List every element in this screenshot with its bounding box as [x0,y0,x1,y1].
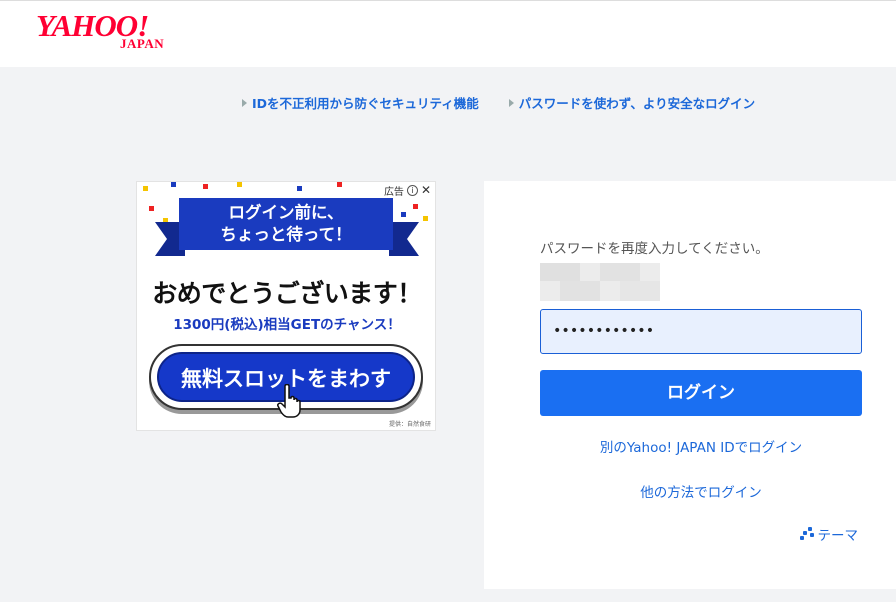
login-button[interactable]: ログイン [540,370,862,416]
confetti [143,186,148,191]
ad-label: 広告 [383,187,404,198]
palette-icon [799,527,815,541]
blurred-user-id [540,263,660,301]
confetti [237,182,242,187]
password-field[interactable]: •••••••••••• [540,309,862,354]
ad-banner-line1: ログイン前に、 [228,203,344,222]
confetti [297,186,302,191]
triangle-right-icon [242,98,247,107]
ad-banner: ログイン前に、 ちょっと待って！ [179,198,393,250]
ad-meta: 広告 i ✕ [384,183,431,198]
ad-subline: 1300円(税込)相当GETのチャンス！ [173,317,401,333]
yahoo-japan-logo[interactable]: YAHOO! JAPAN [36,10,176,51]
theme-button[interactable]: テーマ [799,524,859,544]
security-feature-link[interactable]: IDを不正利用から防ぐセキュリティ機能 [242,93,479,112]
confetti [413,204,418,209]
logo-subtext: JAPAN [120,36,165,51]
ad-banner-line2: ちょっと待って！ [220,225,352,244]
other-method-login-link[interactable]: 他の方法でログイン [540,481,862,501]
confetti [171,182,176,187]
pointer-hand-icon [277,384,301,418]
ad-headline: おめでとうございます！ [152,279,422,308]
info-icon[interactable]: i [406,185,418,196]
confetti [337,182,342,187]
confetti [423,216,428,221]
header: YAHOO! JAPAN [0,0,896,67]
alt-id-login-link[interactable]: 別のYahoo! JAPAN IDでログイン [540,436,862,456]
passwordless-login-link-label: パスワードを使わず、より安全なログイン [518,96,756,111]
confetti [149,206,154,211]
triangle-right-icon [508,98,514,107]
close-icon[interactable]: ✕ [421,184,431,196]
confetti [203,184,208,189]
password-prompt: パスワードを再度入力してください。 [540,241,769,257]
passwordless-login-link[interactable]: パスワードを使わず、より安全なログイン [508,93,756,112]
theme-label: テーマ [817,528,859,544]
banner-ribbon-right [389,222,419,256]
confetti [401,212,406,217]
security-feature-link-label: IDを不正利用から防ぐセキュリティ機能 [252,96,479,111]
ad-credit: 提供：自然食研 [388,421,431,428]
top-links: IDを不正利用から防ぐセキュリティ機能 パスワードを使わず、より安全なログイン [242,93,755,112]
advertisement[interactable]: 広告 i ✕ ログイン前に、 ちょっと待って！ おめでとうございます！ 1300… [136,181,436,431]
login-panel: パスワードを再度入力してください。 •••••••••••• ログイン 別のYa… [484,181,896,589]
